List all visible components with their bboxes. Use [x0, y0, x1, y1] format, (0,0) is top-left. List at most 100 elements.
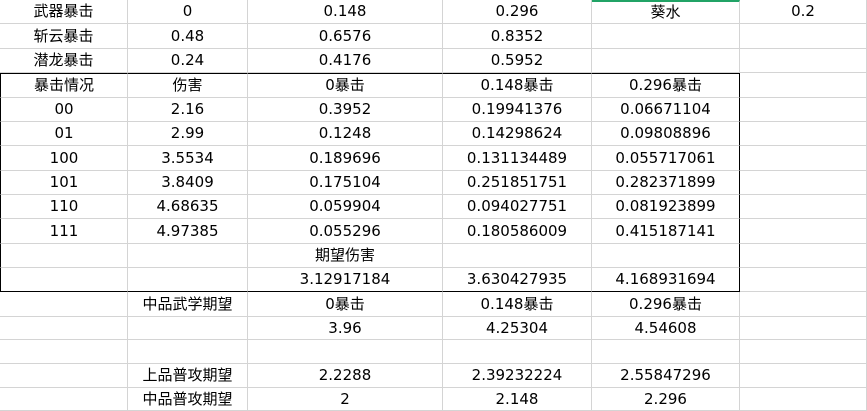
cell-r4-c3[interactable]: 0暴击 — [248, 73, 443, 98]
cell-r16-c4[interactable]: 2.39232224 — [443, 364, 592, 388]
cell-r17-c2[interactable]: 中品普攻期望 — [128, 388, 248, 411]
cell-r5-c1[interactable]: 00 — [0, 98, 128, 122]
cell-r13-c4[interactable]: 0.148暴击 — [443, 292, 592, 317]
cell-r5-c5[interactable]: 0.06671104 — [592, 98, 740, 122]
cell-r2-c5[interactable] — [592, 24, 740, 49]
cell-r8-c3[interactable]: 0.175104 — [248, 171, 443, 195]
cell-r1-c5[interactable]: 葵水 — [592, 0, 740, 24]
cell-r8-c5[interactable]: 0.282371899 — [592, 171, 740, 195]
cell-r3-c3[interactable]: 0.4176 — [248, 49, 443, 73]
cell-r3-c2[interactable]: 0.24 — [128, 49, 248, 73]
cell-r5-c3[interactable]: 0.3952 — [248, 98, 443, 122]
cell-r4-c4[interactable]: 0.148暴击 — [443, 73, 592, 98]
cell-r12-c1[interactable] — [0, 268, 128, 292]
cell-r16-c6[interactable] — [740, 364, 867, 388]
cell-r9-c4[interactable]: 0.094027751 — [443, 195, 592, 219]
cell-r9-c5[interactable]: 0.081923899 — [592, 195, 740, 219]
cell-r12-c6[interactable] — [740, 268, 867, 292]
cell-r4-c2[interactable]: 伤害 — [128, 73, 248, 98]
cell-r16-c3[interactable]: 2.2288 — [248, 364, 443, 388]
cell-r7-c1[interactable]: 100 — [0, 146, 128, 171]
cell-r10-c4[interactable]: 0.180586009 — [443, 219, 592, 244]
cell-r6-c4[interactable]: 0.14298624 — [443, 122, 592, 146]
cell-r2-c2[interactable]: 0.48 — [128, 24, 248, 49]
cell-r15-c1[interactable] — [0, 340, 128, 364]
cell-r6-c6[interactable] — [740, 122, 867, 146]
cell-r1-c2[interactable]: 0 — [128, 0, 248, 24]
cell-r1-c4[interactable]: 0.296 — [443, 0, 592, 24]
cell-r7-c4[interactable]: 0.131134489 — [443, 146, 592, 171]
cell-r10-c6[interactable] — [740, 219, 867, 244]
cell-r15-c4[interactable] — [443, 340, 592, 364]
cell-r4-c6[interactable] — [740, 73, 867, 98]
cell-r10-c3[interactable]: 0.055296 — [248, 219, 443, 244]
cell-r2-c3[interactable]: 0.6576 — [248, 24, 443, 49]
cell-r17-c6[interactable] — [740, 388, 867, 411]
cell-r1-c6[interactable]: 0.2 — [740, 0, 867, 24]
cell-r10-c5[interactable]: 0.415187141 — [592, 219, 740, 244]
cell-r3-c5[interactable] — [592, 49, 740, 73]
cell-r5-c2[interactable]: 2.16 — [128, 98, 248, 122]
cell-r13-c2[interactable]: 中品武学期望 — [128, 292, 248, 317]
cell-r9-c1[interactable]: 110 — [0, 195, 128, 219]
cell-r2-c6[interactable] — [740, 24, 867, 49]
cell-r7-c2[interactable]: 3.5534 — [128, 146, 248, 171]
cell-r17-c5[interactable]: 2.296 — [592, 388, 740, 411]
cell-r1-c1[interactable]: 武器暴击 — [0, 0, 128, 24]
cell-r11-c5[interactable] — [592, 244, 740, 268]
cell-r8-c2[interactable]: 3.8409 — [128, 171, 248, 195]
cell-r11-c6[interactable] — [740, 244, 867, 268]
cell-r4-c1[interactable]: 暴击情况 — [0, 73, 128, 98]
cell-r3-c4[interactable]: 0.5952 — [443, 49, 592, 73]
cell-r11-c1[interactable] — [0, 244, 128, 268]
cell-r3-c1[interactable]: 潜龙暴击 — [0, 49, 128, 73]
cell-r6-c5[interactable]: 0.09808896 — [592, 122, 740, 146]
cell-r2-c1[interactable]: 斩云暴击 — [0, 24, 128, 49]
cell-r4-c5[interactable]: 0.296暴击 — [592, 73, 740, 98]
cell-r15-c2[interactable] — [128, 340, 248, 364]
cell-r14-c4[interactable]: 4.25304 — [443, 317, 592, 340]
cell-r6-c1[interactable]: 01 — [0, 122, 128, 146]
cell-r11-c3[interactable]: 期望伤害 — [248, 244, 443, 268]
cell-r5-c6[interactable] — [740, 98, 867, 122]
cell-r2-c4[interactable]: 0.8352 — [443, 24, 592, 49]
cell-r10-c1[interactable]: 111 — [0, 219, 128, 244]
cell-r16-c2[interactable]: 上品普攻期望 — [128, 364, 248, 388]
cell-r16-c1[interactable] — [0, 364, 128, 388]
cell-r14-c1[interactable] — [0, 317, 128, 340]
cell-r15-c3[interactable] — [248, 340, 443, 364]
cell-r13-c5[interactable]: 0.296暴击 — [592, 292, 740, 317]
cell-r7-c5[interactable]: 0.055717061 — [592, 146, 740, 171]
cell-r7-c3[interactable]: 0.189696 — [248, 146, 443, 171]
cell-r3-c6[interactable] — [740, 49, 867, 73]
cell-r14-c6[interactable] — [740, 317, 867, 340]
cell-r11-c4[interactable] — [443, 244, 592, 268]
cell-r14-c5[interactable]: 4.54608 — [592, 317, 740, 340]
cell-r8-c1[interactable]: 101 — [0, 171, 128, 195]
cell-r8-c4[interactable]: 0.251851751 — [443, 171, 592, 195]
cell-r8-c6[interactable] — [740, 171, 867, 195]
cell-r13-c6[interactable] — [740, 292, 867, 317]
cell-r5-c4[interactable]: 0.19941376 — [443, 98, 592, 122]
cell-r11-c2[interactable] — [128, 244, 248, 268]
cell-r15-c6[interactable] — [740, 340, 867, 364]
cell-r12-c5[interactable]: 4.168931694 — [592, 268, 740, 292]
cell-r13-c1[interactable] — [0, 292, 128, 317]
cell-r10-c2[interactable]: 4.97385 — [128, 219, 248, 244]
cell-r16-c5[interactable]: 2.55847296 — [592, 364, 740, 388]
cell-r6-c2[interactable]: 2.99 — [128, 122, 248, 146]
cell-r7-c6[interactable] — [740, 146, 867, 171]
cell-r17-c1[interactable] — [0, 388, 128, 411]
cell-r14-c3[interactable]: 3.96 — [248, 317, 443, 340]
cell-r9-c6[interactable] — [740, 195, 867, 219]
cell-r17-c4[interactable]: 2.148 — [443, 388, 592, 411]
cell-r6-c3[interactable]: 0.1248 — [248, 122, 443, 146]
cell-r13-c3[interactable]: 0暴击 — [248, 292, 443, 317]
cell-r12-c4[interactable]: 3.630427935 — [443, 268, 592, 292]
cell-r9-c3[interactable]: 0.059904 — [248, 195, 443, 219]
cell-r15-c5[interactable] — [592, 340, 740, 364]
cell-r12-c2[interactable] — [128, 268, 248, 292]
cell-r17-c3[interactable]: 2 — [248, 388, 443, 411]
cell-r14-c2[interactable] — [128, 317, 248, 340]
cell-r9-c2[interactable]: 4.68635 — [128, 195, 248, 219]
